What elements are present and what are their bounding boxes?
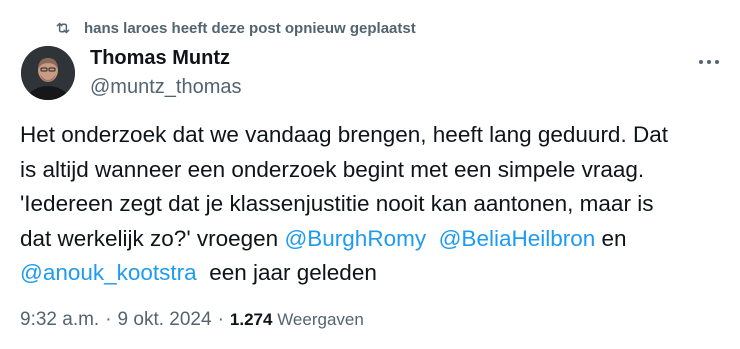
tweet-text-segment: dat werkelijk zo?' vroegen xyxy=(20,225,285,251)
tweet-date[interactable]: 9 okt. 2024 xyxy=(118,309,212,331)
separator-dot: · xyxy=(105,309,112,330)
views-label[interactable]: Weergaven xyxy=(272,310,364,330)
mention-link[interactable]: @anouk_kootstra xyxy=(20,260,197,285)
more-icon[interactable] xyxy=(694,52,724,72)
repost-icon xyxy=(52,17,74,39)
tweet-line: dat werkelijk zo?' vroegen @BurghRomy @B… xyxy=(20,222,725,257)
author-handle[interactable]: @muntz_thomas xyxy=(90,76,241,99)
separator-dot: · xyxy=(217,309,224,330)
views-count[interactable]: 1.274 xyxy=(230,310,273,330)
tweet-line: is altijd wanneer een onderzoek begint m… xyxy=(20,156,645,182)
tweet-line: 'Iedereen zegt dat je klassenjustitie no… xyxy=(20,191,654,216)
author-name[interactable]: Thomas Muntz xyxy=(90,47,230,70)
mention-link[interactable]: @BeliaHeilbron xyxy=(439,226,596,251)
repost-label[interactable]: hans laroes heeft deze post opnieuw gepl… xyxy=(84,20,416,37)
tweet-meta: 9:32 a.m. · 9 okt. 2024 · 1.274 Weergave… xyxy=(20,309,364,331)
tweet-text-segment: en xyxy=(595,225,627,251)
tweet-text: Het onderzoek dat we vandaag brengen, he… xyxy=(20,118,725,291)
repost-context[interactable]: hans laroes heeft deze post opnieuw gepl… xyxy=(52,17,416,39)
views-label-text: Weergaven xyxy=(277,310,364,329)
tweet-text-segment: een jaar geleden xyxy=(196,260,377,285)
avatar[interactable] xyxy=(21,46,75,100)
mention-link[interactable]: @BurghRomy xyxy=(284,226,426,251)
tweet-line: @anouk_kootstra een jaar geleden xyxy=(20,256,725,291)
tweet-time[interactable]: 9:32 a.m. xyxy=(20,309,99,331)
tweet-line: Het onderzoek dat we vandaag brengen, he… xyxy=(20,122,668,147)
